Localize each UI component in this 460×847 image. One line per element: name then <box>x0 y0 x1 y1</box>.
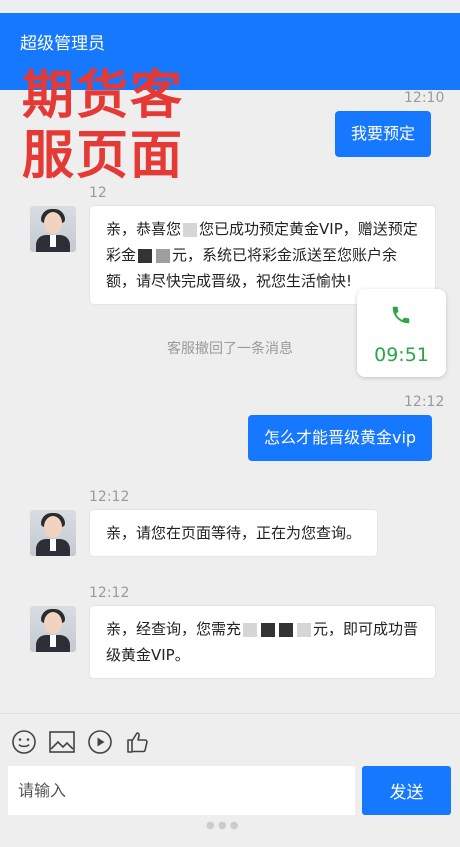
redaction-mosaic <box>261 622 276 637</box>
message-bubble-sent[interactable]: 我要预定 <box>335 111 432 157</box>
message-text: 请尽快完成晋级，祝您生活愉快! <box>136 272 353 290</box>
avatar[interactable] <box>30 510 76 556</box>
redaction-mosaic <box>297 622 312 637</box>
message-bubble-received[interactable]: 亲，请您在页面等待，正在为您查询。 <box>90 510 378 556</box>
message-text: 亲，恭喜您 <box>106 220 182 238</box>
message-time: 12:12 <box>404 394 445 410</box>
emoji-icon[interactable] <box>11 729 37 755</box>
overlay-caption-line-2: 服页面 <box>22 126 185 186</box>
avatar-face <box>44 612 62 634</box>
call-float-card[interactable]: 09:51 <box>357 289 446 377</box>
overlay-caption: 期货客 服页面 <box>22 66 262 186</box>
avatar-shirt <box>50 235 56 247</box>
avatar-face <box>44 212 62 234</box>
overlay-caption-line-1: 期货客 <box>22 66 185 126</box>
chat-screen: 超级管理员 期货客 服页面 12:10 我要预定 12 亲，恭喜您 您已成功预定黄… <box>0 0 460 847</box>
message-text: 我要预定 <box>351 124 416 143</box>
call-duration: 09:51 <box>374 344 429 366</box>
message-text: 亲，经查询，您需充 <box>106 620 242 638</box>
avatar-shirt <box>50 635 56 647</box>
avatar-shirt <box>50 539 56 551</box>
thumbs-up-icon[interactable] <box>125 729 151 755</box>
redaction-mosaic <box>243 622 258 637</box>
send-button[interactable]: 发送 <box>362 766 451 815</box>
redaction-mosaic <box>138 248 153 263</box>
avatar[interactable] <box>30 606 76 652</box>
message-text: 怎么才能晋级黄金vip <box>264 428 417 447</box>
message-time: 12 <box>89 185 107 201</box>
message-time: 12:12 <box>89 489 130 505</box>
page-indicator: ● ● ● <box>206 820 239 831</box>
toolbar-divider <box>0 713 460 714</box>
message-input[interactable] <box>8 766 355 815</box>
message-time: 12:10 <box>404 90 445 106</box>
image-icon[interactable] <box>48 729 76 755</box>
avatar-face <box>44 516 62 538</box>
message-time: 12:12 <box>89 585 130 601</box>
message-bubble-received[interactable]: 亲，经查询，您需充 元，即可成功晋级黄金VIP。 <box>90 606 435 678</box>
chat-title: 超级管理员 <box>20 34 105 54</box>
message-text: 亲，请您在页面等待，正在为您查询。 <box>106 524 362 542</box>
redaction-mosaic <box>279 622 294 637</box>
message-bubble-sent[interactable]: 怎么才能晋级黄金vip <box>248 415 433 461</box>
avatar[interactable] <box>30 206 76 252</box>
redaction-mosaic <box>156 248 171 263</box>
redaction-mosaic <box>183 222 198 237</box>
video-play-icon[interactable] <box>87 729 113 755</box>
phone-icon <box>392 306 410 324</box>
